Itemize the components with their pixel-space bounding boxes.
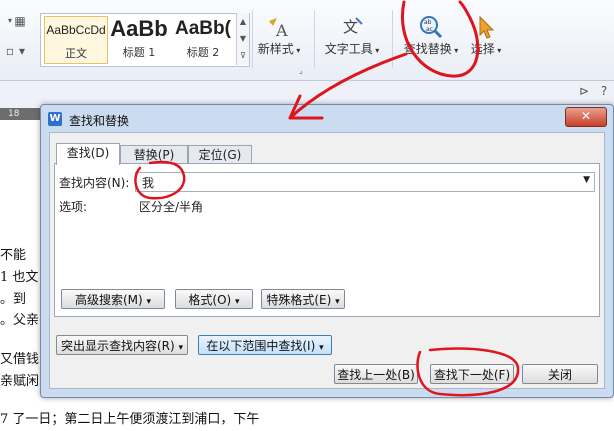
tab-goto[interactable]: 定位(G) [188, 145, 252, 164]
help-icon[interactable]: ? [596, 84, 612, 98]
style-label: 标题 2 [186, 46, 220, 59]
style-sample: AaBb [110, 16, 168, 41]
find-replace-icon: ab ac [398, 14, 464, 40]
wps-app-icon: W [48, 112, 62, 126]
highlight-results-button[interactable]: 突出显示查找内容(R) ▾ [56, 335, 188, 355]
styles-gallery: AaBbCcDd 正文 AaBb 标题 1 AaBb( 标题 2 [40, 13, 250, 67]
find-input[interactable]: 我 ▼ [135, 172, 595, 192]
chevron-down-icon: ▾ [372, 46, 380, 55]
dialog-titlebar[interactable]: W 查找和替换 ✕ [41, 105, 613, 133]
svg-text:ab: ab [424, 19, 432, 26]
find-label: 查找内容(N): [59, 176, 130, 190]
style-heading-2[interactable]: AaBb( 标题 2 [172, 16, 234, 62]
document-text: 又借钱 [0, 352, 40, 367]
find-in-button[interactable]: 在以下范围中查找(I) ▾ [198, 335, 332, 355]
close-button[interactable]: 关闭 [522, 364, 598, 384]
options-label: 选项: [59, 200, 88, 214]
document-text: 不能 [0, 248, 27, 263]
options-value: 区分全/半角 [139, 200, 204, 214]
border-icon[interactable]: ▾ [14, 44, 30, 58]
style-normal[interactable]: AaBbCcDd 正文 [44, 16, 108, 64]
svg-text:A: A [275, 21, 288, 40]
document-text: 。到 [0, 292, 27, 307]
cursor-arrow-icon [466, 14, 506, 40]
document-text: 。父亲 [0, 313, 40, 328]
special-format-button[interactable]: 特殊格式(E) ▾ [261, 289, 345, 309]
new-style-label: 新样式 [257, 42, 294, 56]
special-format-label: 特殊格式(E) [266, 293, 332, 307]
dialog-title: 查找和替换 [69, 114, 130, 128]
style-sample: AaBbCcDd [46, 23, 106, 37]
chevron-down-icon: ▾ [451, 46, 459, 55]
svg-text:文: 文 [343, 18, 358, 36]
document-text: 7 了一日；第二日上午便须渡江到浦口，下午 [0, 412, 260, 427]
collapse-ribbon-icon[interactable]: ⊳ [576, 84, 592, 98]
svg-text:ac: ac [426, 26, 433, 33]
separator [252, 10, 253, 68]
text-tools-label: 文字工具 [324, 42, 373, 56]
new-style-button[interactable]: A 新样式 ▾ [254, 14, 304, 57]
document-text: 1 也文 [0, 270, 39, 285]
chevron-down-icon: ▾ [335, 297, 340, 307]
new-style-icon: A [254, 14, 304, 40]
advanced-search-button[interactable]: 高级搜索(M) ▾ [61, 289, 165, 309]
chevron-down-icon[interactable]: ▼ [583, 175, 590, 185]
format-button[interactable]: 格式(O) ▾ [175, 289, 253, 309]
style-label: 正文 [65, 47, 87, 60]
chevron-down-icon[interactable]: ▾ [2, 14, 18, 28]
style-heading-1[interactable]: AaBb 标题 1 [109, 16, 169, 62]
chevron-down-icon: ▾ [178, 343, 184, 353]
ruler-number: 18 [0, 108, 42, 120]
chevron-down-icon: ▾ [235, 297, 240, 307]
chevron-down-icon: ▾ [319, 343, 324, 353]
find-panel: 查找内容(N): 我 ▼ 选项: 区分全/半角 高级搜索(M) ▾ 格式(O) … [54, 163, 600, 317]
tab-find[interactable]: 查找(D) [56, 143, 120, 165]
format-label: 格式(O) [188, 293, 232, 307]
style-label: 标题 1 [122, 46, 156, 59]
chevron-down-icon: ▾ [146, 297, 152, 307]
style-sample: AaBb( [175, 18, 231, 39]
find-value: 我 [142, 176, 155, 190]
dialog-body: 查找(D) 替换(P) 定位(G) 查找内容(N): 我 ▼ 选项: 区分全/半… [49, 132, 605, 389]
find-replace-button[interactable]: ab ac 查找替换 ▾ [398, 14, 464, 57]
tab-replace[interactable]: 替换(P) [120, 145, 188, 164]
find-replace-dialog: W 查找和替换 ✕ 查找(D) 替换(P) 定位(G) 查找内容(N): 我 ▼… [40, 104, 614, 398]
find-previous-button[interactable]: 查找上一处(B) [334, 364, 418, 384]
find-next-button[interactable]: 查找下一处(F) [430, 364, 514, 384]
advanced-search-label: 高级搜索(M) [74, 293, 143, 307]
styles-scroll[interactable]: ▲ ▼ ⊽ [236, 13, 249, 65]
select-label: 选择 [470, 42, 495, 56]
close-icon[interactable]: ✕ [565, 107, 607, 127]
separator [314, 10, 315, 68]
find-in-label: 在以下范围中查找(I) [206, 339, 316, 353]
chevron-down-icon: ▾ [494, 46, 502, 55]
ribbon-toolbar: ▦ ▾ ▫ ▾ AaBbCcDd 正文 AaBb 标题 1 AaBb( 标题 2… [0, 0, 614, 98]
text-tools-button[interactable]: 文 文字工具 ▾ [320, 14, 384, 57]
highlight-label: 突出显示查找内容(R) [60, 339, 175, 353]
separator [392, 10, 393, 68]
dialog-launcher-icon[interactable]: ⌟ [299, 66, 303, 75]
chevron-down-icon: ▾ [293, 46, 301, 55]
select-button[interactable]: 选择 ▾ [466, 14, 506, 57]
text-tools-icon: 文 [320, 14, 384, 40]
find-replace-label: 查找替换 [403, 42, 452, 56]
document-text: 亲赋闲 [0, 374, 40, 389]
